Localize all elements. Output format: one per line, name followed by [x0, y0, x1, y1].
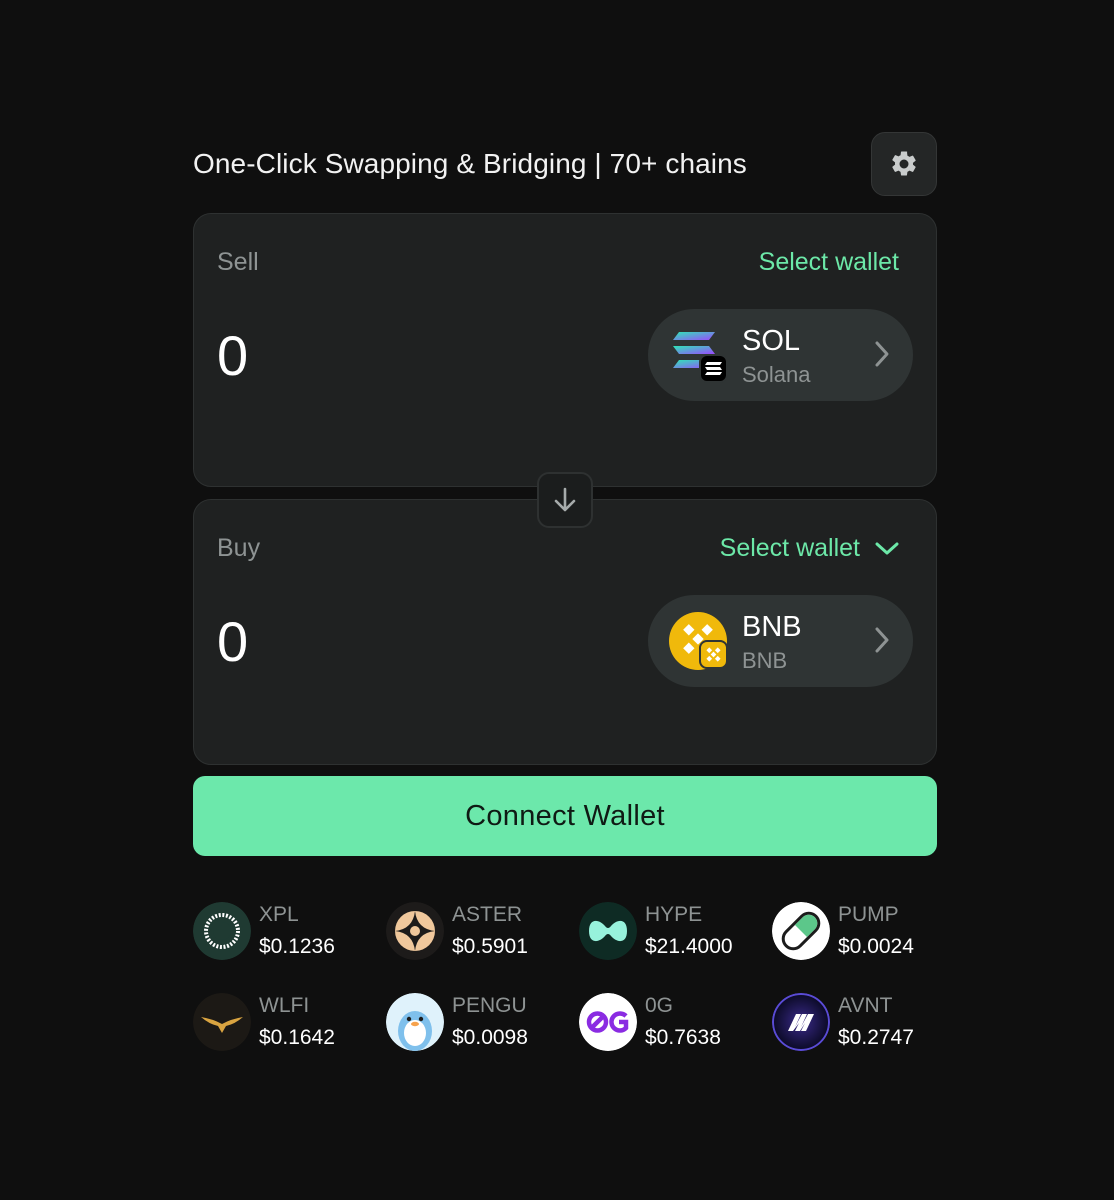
ticker-symbol: XPL	[259, 903, 299, 926]
ticker-symbol: HYPE	[645, 903, 703, 926]
pengu-icon	[386, 993, 444, 1051]
buy-token-symbol: BNB	[742, 611, 802, 643]
ticker-symbol: 0G	[645, 994, 674, 1017]
ticker-xpl[interactable]: XPL $0.1236	[193, 901, 383, 961]
sell-token-selector[interactable]: SOL Solana	[648, 309, 913, 401]
wlfi-icon	[193, 993, 251, 1051]
ticker-price: $0.0024	[838, 935, 914, 958]
sell-label: Sell	[217, 248, 259, 276]
hype-icon	[579, 902, 637, 960]
ticker-pengu[interactable]: PENGU $0.0098	[386, 992, 576, 1052]
avnt-icon	[772, 993, 830, 1051]
header: One-Click Swapping & Bridging | 70+ chai…	[193, 132, 937, 198]
swap-direction-button[interactable]	[537, 472, 593, 528]
ticker-symbol: AVNT	[838, 994, 893, 1017]
sell-amount-input[interactable]: 0	[217, 324, 248, 388]
ticker-symbol: PENGU	[452, 994, 527, 1017]
page-title: One-Click Swapping & Bridging | 70+ chai…	[193, 148, 747, 179]
buy-panel: Buy Select wallet 0 BNB BNB	[193, 499, 937, 765]
0g-icon	[579, 993, 637, 1051]
ticker-symbol: PUMP	[838, 903, 899, 926]
buy-select-wallet-dropdown[interactable]: Select wallet	[720, 534, 900, 563]
ticker-pump[interactable]: PUMP $0.0024	[772, 901, 962, 961]
sell-panel: Sell Select wallet 0 SOL Solana	[193, 213, 937, 487]
solana-icon	[669, 326, 728, 384]
settings-button[interactable]	[871, 132, 937, 196]
ticker-symbol: WLFI	[259, 994, 310, 1017]
ticker-price: $0.7638	[645, 1026, 721, 1049]
ticker-price: $0.1642	[259, 1026, 335, 1049]
sell-token-chain: Solana	[742, 362, 811, 387]
sell-select-wallet-label: Select wallet	[758, 248, 899, 276]
gear-icon	[892, 151, 916, 176]
buy-label: Buy	[217, 534, 261, 562]
ticker-wlfi[interactable]: WLFI $0.1642	[193, 992, 383, 1052]
ticker-price: $21.4000	[645, 935, 733, 958]
ticker-symbol: ASTER	[452, 903, 523, 926]
ticker-avnt[interactable]: AVNT $0.2747	[772, 992, 962, 1052]
chevron-right-icon	[873, 339, 891, 374]
connect-wallet-button[interactable]: Connect Wallet	[193, 776, 937, 856]
xpl-icon	[193, 902, 251, 960]
ticker-price: $0.1236	[259, 935, 335, 958]
buy-amount-input[interactable]: 0	[217, 610, 248, 674]
aster-icon	[386, 902, 444, 960]
ticker-price: $0.5901	[452, 935, 528, 958]
buy-token-selector[interactable]: BNB BNB	[648, 595, 913, 687]
sell-token-symbol: SOL	[742, 325, 801, 357]
sell-select-wallet-link[interactable]: Select wallet	[759, 248, 899, 277]
buy-select-wallet-label: Select wallet	[719, 534, 860, 562]
ticker-hype[interactable]: HYPE $21.4000	[579, 901, 769, 961]
buy-token-chain: BNB	[742, 648, 788, 673]
chevron-right-icon	[873, 625, 891, 660]
arrow-down-icon	[554, 487, 576, 512]
ticker-price: $0.2747	[838, 1026, 914, 1049]
pump-icon	[772, 902, 830, 960]
ticker-aster[interactable]: ASTER $0.5901	[386, 901, 576, 961]
ticker-0g[interactable]: 0G $0.7638	[579, 992, 769, 1052]
ticker-price: $0.0098	[452, 1026, 528, 1049]
chevron-down-icon	[875, 542, 899, 554]
swap-widget: One-Click Swapping & Bridging | 70+ chai…	[193, 132, 937, 1051]
bnb-icon	[669, 612, 728, 670]
